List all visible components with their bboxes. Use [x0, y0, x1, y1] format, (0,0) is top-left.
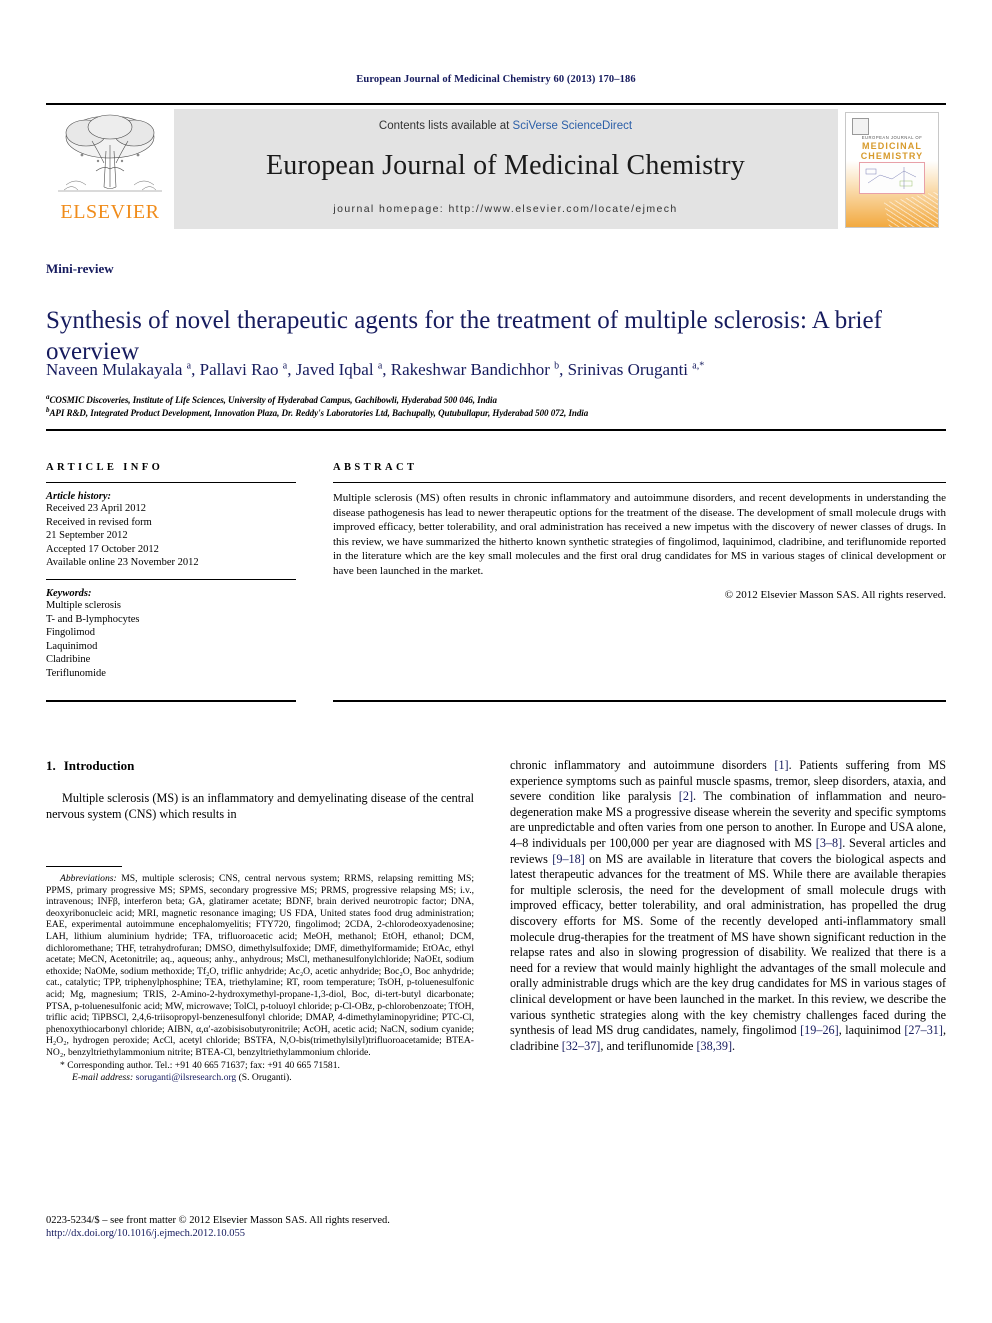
body-column-right: chronic inflammatory and autoimmune diso… [510, 758, 946, 1054]
footnote-area: Abbreviations: MS, multiple sclerosis; C… [46, 866, 474, 1084]
history-item: Accepted 17 October 2012 [46, 543, 159, 555]
divider-article-info [46, 482, 296, 483]
keyword-item: Multiple sclerosis [46, 599, 121, 611]
abbreviations-footnote: Abbreviations: MS, multiple sclerosis; C… [46, 873, 474, 1059]
journal-cover-thumbnail: EUROPEAN JOURNAL OF MEDICINAL CHEMISTRY [837, 109, 946, 229]
divider-abstract-bottom [333, 700, 946, 702]
history-item: Received 23 April 2012 [46, 503, 147, 514]
citation-ref[interactable]: [1] [774, 758, 788, 772]
paper-page: European Journal of Medicinal Chemistry … [0, 0, 992, 1323]
citation-ref[interactable]: [9–18] [552, 852, 585, 866]
keyword-item: Laquinimod [46, 640, 98, 652]
history-item: Received in revised form [46, 516, 152, 528]
keyword-item: Teriflunomide [46, 667, 106, 679]
cover-figure [859, 162, 925, 194]
abstract-text: Multiple sclerosis (MS) often results in… [333, 492, 946, 577]
abstract-heading: ABSTRACT [333, 462, 418, 473]
article-info-column: ARTICLE INFO Article history: Received 2… [46, 462, 296, 681]
email-suffix: (S. Oruganti). [236, 1071, 292, 1083]
intro-paragraph-left: Multiple sclerosis (MS) is an inflammato… [46, 791, 474, 821]
author-list: Naveen Mulakayala a, Pallavi Rao a, Jave… [46, 360, 705, 379]
citation-ref[interactable]: [19–26] [800, 1023, 839, 1037]
divider-info-bottom [46, 700, 296, 702]
contents-prefix: Contents lists available at [378, 120, 513, 132]
journal-homepage-link[interactable]: journal homepage: http://www.elsevier.co… [174, 203, 837, 215]
doi-link[interactable]: http://dx.doi.org/10.1016/j.ejmech.2012.… [46, 1227, 516, 1240]
article-info-heading: ARTICLE INFO [46, 462, 164, 473]
email-label: E-mail address: [72, 1071, 134, 1083]
keyword-item: Fingolimod [46, 627, 96, 639]
email-note: E-mail address: soruganti@ilsresearch.or… [46, 1072, 474, 1084]
section-number: 1. [46, 758, 56, 773]
divider-top [46, 429, 946, 431]
document-type-label: Mini-review [46, 261, 114, 276]
citation-ref[interactable]: [32–37] [562, 1039, 601, 1053]
body-column-left: 1. Introduction Multiple sclerosis (MS) i… [46, 758, 474, 822]
citation-ref[interactable]: [27–31] [904, 1023, 943, 1037]
keyword-item: Cladribine [46, 654, 91, 666]
citation-ref[interactable]: [38,39] [697, 1039, 733, 1053]
elsevier-tree-icon [58, 114, 162, 192]
abbreviations-label: Abbreviations: [60, 873, 117, 884]
journal-band: Contents lists available at SciVerse Sci… [174, 109, 837, 229]
abstract-column: ABSTRACT Multiple sclerosis (MS) often r… [333, 462, 946, 601]
history-item: 21 September 2012 [46, 530, 128, 542]
citation-ref[interactable]: [2] [679, 789, 693, 803]
page-title: Synthesis of novel therapeutic agents fo… [46, 306, 882, 365]
keywords-label: Keywords: [46, 587, 92, 599]
abstract-copyright: © 2012 Elsevier Masson SAS. All rights r… [724, 589, 946, 601]
cover-elsevier-icon [852, 118, 869, 135]
citation-ref[interactable]: [3–8] [816, 836, 842, 850]
email-link[interactable]: soruganti@ilsresearch.org [136, 1072, 237, 1083]
affiliation-b: bAPI R&D, Integrated Product Development… [46, 406, 589, 418]
footnote-divider [46, 866, 122, 867]
elsevier-wordmark: ELSEVIER [60, 201, 160, 223]
running-head: European Journal of Medicinal Chemistry … [356, 74, 636, 85]
abbreviations-text: MS, multiple sclerosis; CNS, central ner… [46, 873, 474, 1058]
keyword-item: T- and B-lymphocytes [46, 613, 140, 625]
cover-line2: MEDICINAL CHEMISTRY [860, 141, 924, 161]
sciencedirect-link[interactable]: SciVerse ScienceDirect [513, 120, 633, 132]
divider-keywords [46, 578, 296, 580]
section-heading-introduction: 1. Introduction [46, 758, 474, 774]
issn-line: 0223-5234/$ – see front matter © 2012 El… [46, 1215, 390, 1226]
history-item: Available online 23 November 2012 [46, 557, 199, 569]
elsevier-logo: ELSEVIER [46, 109, 174, 229]
journal-title: European Journal of Medicinal Chemistry [265, 150, 745, 181]
divider-abstract [333, 482, 946, 483]
affiliation-a: aCOSMIC Discoveries, Institute of Life S… [46, 393, 497, 405]
cover-line1: EUROPEAN JOURNAL OF [861, 135, 923, 140]
section-title: Introduction [63, 758, 135, 773]
issn-copyright-block: 0223-5234/$ – see front matter © 2012 El… [46, 1214, 516, 1241]
corresponding-author-note: * Corresponding author. Tel.: +91 40 665… [60, 1059, 340, 1071]
contents-available-line: Contents lists available at SciVerse Sci… [174, 120, 837, 132]
intro-paragraph-right: chronic inflammatory and autoimmune diso… [510, 758, 946, 1053]
article-history-label: Article history: [46, 491, 112, 502]
journal-masthead: ELSEVIER Contents lists available at Sci… [46, 103, 946, 232]
